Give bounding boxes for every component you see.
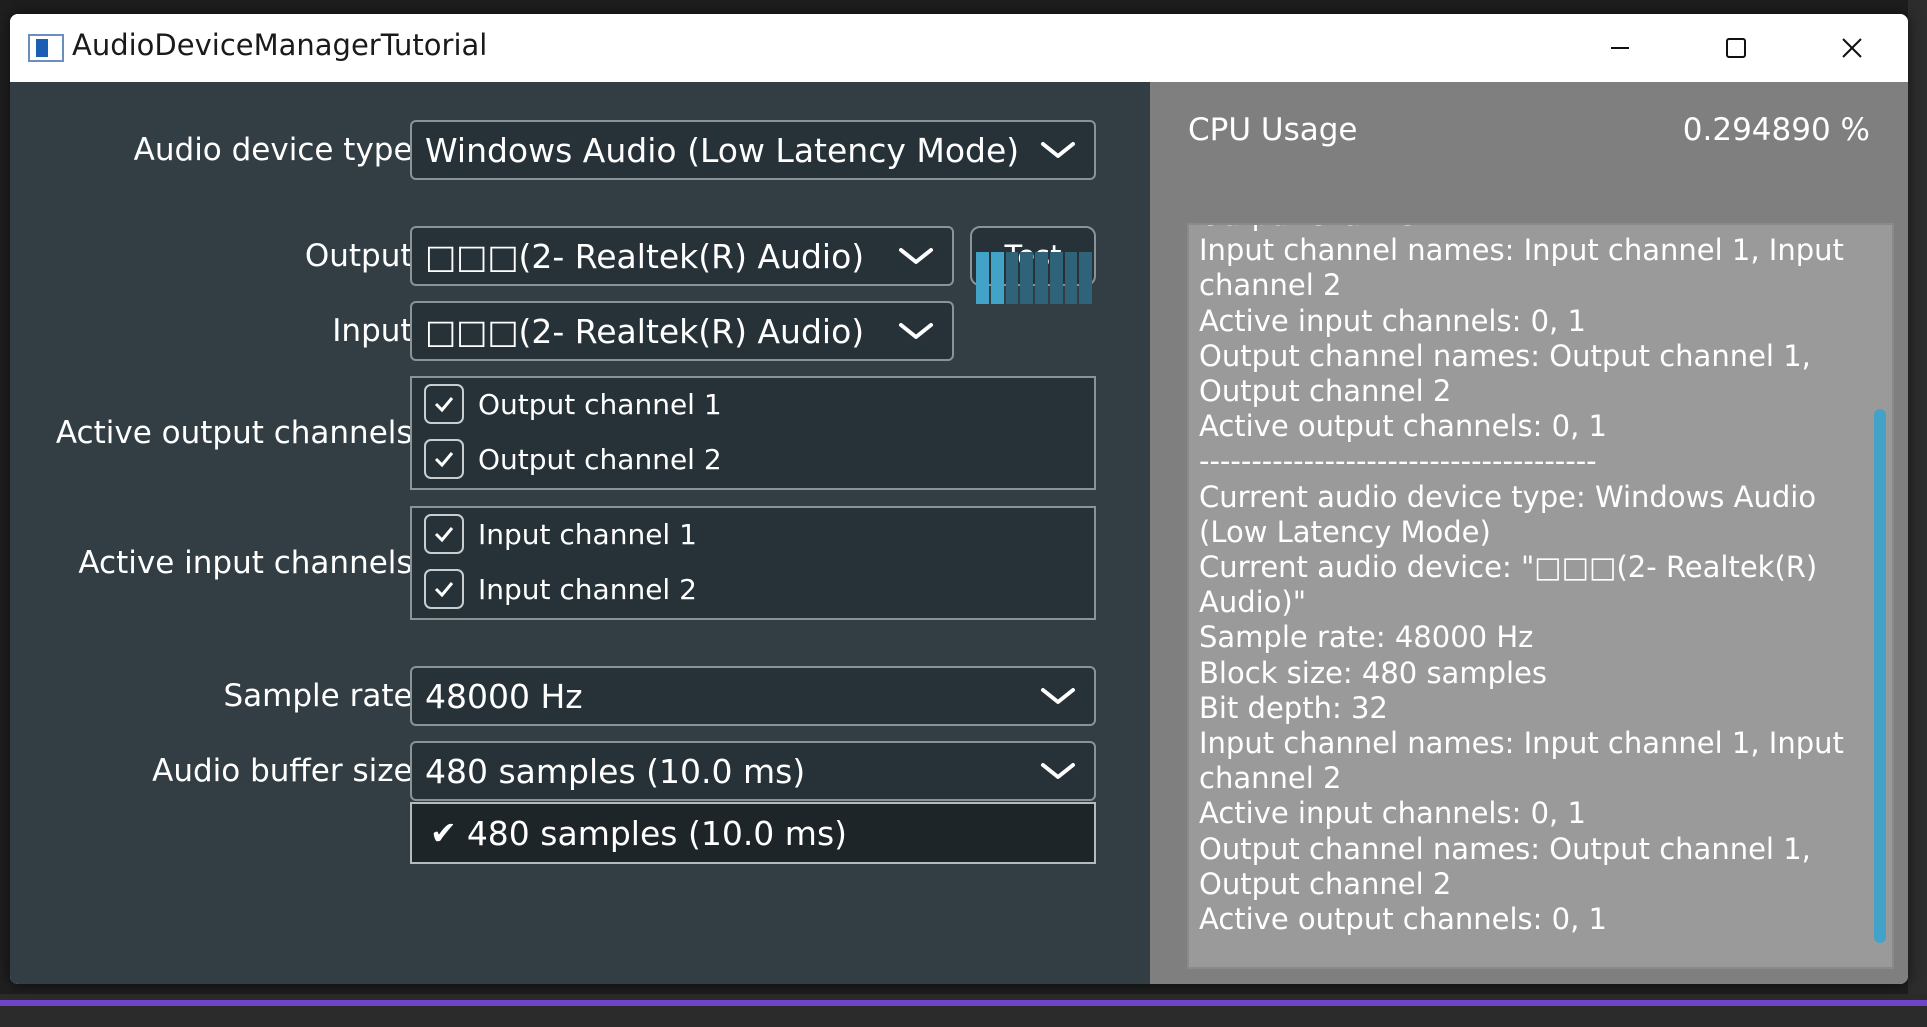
desktop-background bbox=[0, 0, 10, 1027]
log-line: Active input channels: 0, 1 bbox=[1199, 796, 1586, 831]
output-channel-1-row[interactable]: Output channel 1 bbox=[424, 384, 722, 424]
sample-rate-label: Sample rate: bbox=[223, 678, 423, 714]
device-log-textbox[interactable]: Output channel 2Input channel names: Inp… bbox=[1187, 223, 1894, 969]
meter-segment bbox=[1064, 252, 1078, 304]
output-channel-2-label: Output channel 2 bbox=[478, 442, 722, 476]
input-device-value: □□□(2- Realtek(R) Audio) bbox=[425, 311, 865, 351]
meter-segment bbox=[1005, 252, 1019, 304]
meter-segment bbox=[1079, 252, 1092, 304]
output-device-combo[interactable]: □□□(2- Realtek(R) Audio) bbox=[410, 226, 954, 286]
output-device-value: □□□(2- Realtek(R) Audio) bbox=[425, 236, 865, 276]
log-line: Input channel names: Input channel 1, In… bbox=[1199, 726, 1854, 796]
check-icon bbox=[434, 397, 454, 413]
checkmark-icon: ✔ bbox=[430, 814, 457, 852]
log-line: Current audio device: "□□□(2- Realtek(R)… bbox=[1199, 550, 1827, 620]
log-line: Active output channels: 0, 1 bbox=[1199, 902, 1607, 937]
minimize-icon bbox=[1611, 47, 1629, 49]
chevron-down-icon bbox=[1041, 142, 1075, 158]
cpu-usage-label: CPU Usage bbox=[1188, 112, 1358, 148]
meter-segment bbox=[1020, 252, 1033, 304]
background-accent-bar bbox=[0, 1000, 1927, 1006]
minimize-button[interactable] bbox=[1562, 14, 1678, 82]
close-icon bbox=[1842, 38, 1862, 58]
input-channels-list: Input channel 1 Input channel 2 bbox=[410, 506, 1096, 620]
buffer-size-option-label: 480 samples (10.0 ms) bbox=[466, 813, 848, 853]
log-line: Output channel names: Output channel 1, … bbox=[1199, 831, 1821, 901]
input-channel-1-row[interactable]: Input channel 1 bbox=[424, 514, 697, 554]
log-line: Active input channels: 0, 1 bbox=[1199, 303, 1586, 338]
log-line: Output channel names: Output channel 1, … bbox=[1199, 338, 1821, 409]
sample-rate-combo[interactable]: 48000 Hz bbox=[410, 666, 1096, 726]
maximize-icon bbox=[1726, 38, 1746, 58]
device-type-combo[interactable]: Windows Audio (Low Latency Mode) bbox=[410, 120, 1096, 180]
background-editor-edge bbox=[1908, 0, 1927, 1000]
log-line: Input channel names: Input channel 1, In… bbox=[1199, 233, 1854, 303]
title-bar[interactable]: AudioDeviceManagerTutorial bbox=[10, 14, 1908, 82]
buffer-size-label: Audio buffer size: bbox=[152, 753, 423, 789]
device-type-label: Audio device type: bbox=[133, 132, 423, 168]
meter-segment bbox=[976, 252, 989, 304]
check-icon bbox=[434, 527, 454, 543]
active-input-channels-label: Active input channels: bbox=[78, 545, 423, 581]
log-line: Output channel 2 bbox=[1199, 225, 1859, 233]
output-channel-2-row[interactable]: Output channel 2 bbox=[424, 439, 722, 479]
input-channel-2-label: Input channel 2 bbox=[478, 572, 697, 606]
window-title: AudioDeviceManagerTutorial bbox=[72, 28, 488, 62]
buffer-size-dropdown-item[interactable]: ✔ 480 samples (10.0 ms) bbox=[410, 802, 1096, 864]
meter-segment bbox=[1049, 252, 1063, 304]
input-level-meter bbox=[976, 252, 1092, 304]
log-scrollbar[interactable] bbox=[1874, 409, 1886, 943]
log-line: Block size: 480 samples bbox=[1199, 655, 1547, 690]
chevron-down-icon bbox=[1041, 688, 1075, 704]
active-output-channels-label: Active output channels: bbox=[55, 415, 423, 451]
input-channel-2-checkbox[interactable] bbox=[424, 569, 464, 609]
device-log-text: Output channel 2Input channel names: Inp… bbox=[1199, 225, 1859, 937]
output-channel-2-checkbox[interactable] bbox=[424, 439, 464, 479]
log-line: -------------------------------------- bbox=[1199, 444, 1597, 479]
close-button[interactable] bbox=[1794, 14, 1908, 82]
log-line: Sample rate: 48000 Hz bbox=[1199, 620, 1534, 655]
maximize-button[interactable] bbox=[1678, 14, 1794, 82]
app-icon bbox=[28, 34, 64, 62]
buffer-size-combo[interactable]: 480 samples (10.0 ms) bbox=[410, 741, 1096, 801]
input-channel-1-label: Input channel 1 bbox=[478, 517, 697, 551]
chevron-down-icon bbox=[1041, 763, 1075, 779]
input-device-combo[interactable]: □□□(2- Realtek(R) Audio) bbox=[410, 301, 954, 361]
input-channel-1-checkbox[interactable] bbox=[424, 514, 464, 554]
check-icon bbox=[434, 452, 454, 468]
output-channels-list: Output channel 1 Output channel 2 bbox=[410, 376, 1096, 490]
chevron-down-icon bbox=[899, 248, 933, 264]
buffer-size-value: 480 samples (10.0 ms) bbox=[425, 751, 806, 791]
input-channel-2-row[interactable]: Input channel 2 bbox=[424, 569, 697, 609]
output-channel-1-checkbox[interactable] bbox=[424, 384, 464, 424]
app-window: AudioDeviceManagerTutorial Audio device … bbox=[10, 14, 1908, 984]
background-statusbar bbox=[0, 994, 1927, 1027]
meter-segment bbox=[990, 252, 1004, 304]
device-type-value: Windows Audio (Low Latency Mode) bbox=[425, 130, 1020, 170]
chevron-down-icon bbox=[899, 323, 933, 339]
sample-rate-value: 48000 Hz bbox=[425, 676, 583, 716]
check-icon bbox=[434, 582, 454, 598]
log-line: Bit depth: 32 bbox=[1199, 690, 1388, 725]
log-line: Current audio device type: Windows Audio… bbox=[1199, 479, 1826, 549]
log-line: Active output channels: 0, 1 bbox=[1199, 409, 1607, 444]
meter-segment bbox=[1035, 252, 1048, 304]
cpu-usage-value: 0.294890 % bbox=[1682, 112, 1870, 148]
output-label: Output: bbox=[304, 238, 423, 274]
output-channel-1-label: Output channel 1 bbox=[478, 387, 722, 421]
